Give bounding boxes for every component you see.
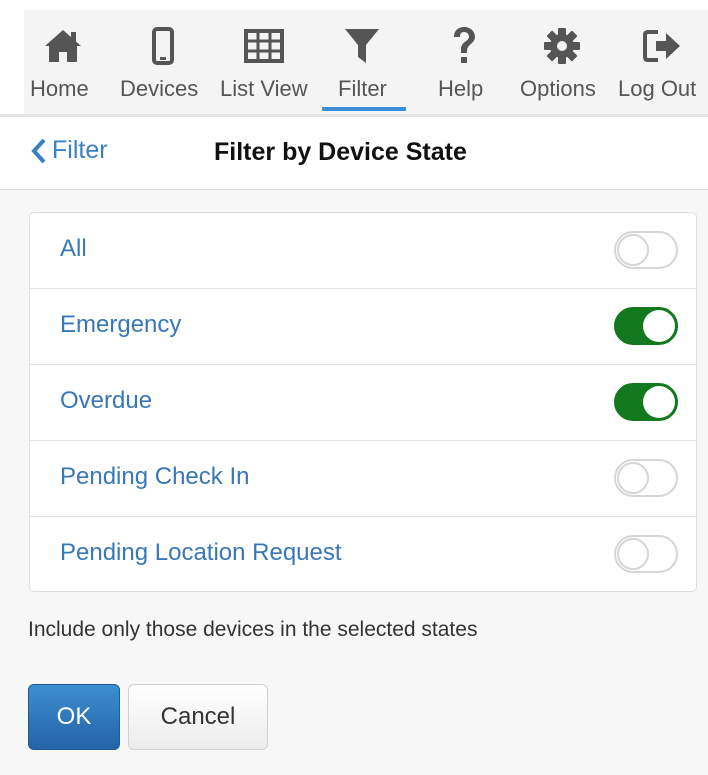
toggle-knob [643, 386, 675, 418]
toolbar-filter[interactable]: Filter [322, 10, 408, 114]
toggle-knob [617, 234, 649, 266]
page-title: Filter by Device State [214, 138, 467, 166]
device-state-list: All Emergency Overdue Pending Check In P… [29, 212, 697, 592]
filter-label: Pending Check In [60, 463, 250, 490]
chevron-left-icon [31, 138, 46, 163]
top-toolbar: Home Devices List View Filter Help Optio… [24, 10, 708, 114]
page-header: Filter Filter by Device State [0, 118, 708, 190]
filter-row-emergency[interactable]: Emergency [30, 289, 696, 365]
filter-row-overdue[interactable]: Overdue [30, 365, 696, 441]
filter-row-all[interactable]: All [30, 213, 696, 289]
toggle-knob [617, 462, 649, 494]
ok-button[interactable]: OK [28, 684, 120, 750]
gear-icon [542, 24, 582, 68]
cancel-button[interactable]: Cancel [128, 684, 268, 750]
toolbar-devices-label: Devices [120, 76, 199, 101]
active-tab-indicator [322, 107, 406, 111]
toolbar-options[interactable]: Options [518, 10, 606, 114]
toolbar-devices[interactable]: Devices [120, 10, 208, 114]
toolbar-help-label: Help [438, 76, 484, 101]
toolbar-home-label: Home [30, 76, 89, 101]
help-text: Include only those devices in the select… [28, 618, 478, 641]
toolbar-list-view-label: List View [220, 76, 308, 101]
back-button-label: Filter [52, 136, 108, 164]
toggle-switch[interactable] [614, 307, 678, 345]
toolbar-home[interactable]: Home [24, 10, 102, 114]
toggle-switch[interactable] [614, 535, 678, 573]
toolbar-filter-label: Filter [338, 76, 387, 101]
toolbar-list-view[interactable]: List View [220, 10, 322, 114]
filter-content: All Emergency Overdue Pending Check In P… [0, 190, 708, 775]
toolbar-divider [0, 114, 708, 117]
filter-label: Overdue [60, 387, 153, 414]
toggle-switch[interactable] [614, 383, 678, 421]
filter-icon [342, 24, 382, 68]
filter-row-pending-check-in[interactable]: Pending Check In [30, 441, 696, 517]
back-button[interactable]: Filter [30, 136, 108, 165]
toolbar-options-label: Options [520, 76, 596, 101]
mobile-icon [150, 24, 176, 68]
toggle-switch[interactable] [614, 231, 678, 269]
toolbar-logout[interactable]: Log Out [618, 10, 708, 114]
filter-label: Emergency [60, 311, 182, 338]
logout-icon [642, 24, 682, 68]
toolbar-help[interactable]: Help [434, 10, 494, 114]
filter-label: Pending Location Request [60, 539, 342, 566]
toggle-switch[interactable] [614, 459, 678, 497]
question-icon [448, 24, 480, 68]
home-icon [43, 24, 83, 68]
filter-row-pending-location-request[interactable]: Pending Location Request [30, 517, 696, 591]
grid-icon [243, 24, 285, 68]
filter-label: All [60, 235, 87, 262]
toolbar-logout-label: Log Out [618, 76, 697, 101]
toggle-knob [643, 310, 675, 342]
toggle-knob [617, 538, 649, 570]
